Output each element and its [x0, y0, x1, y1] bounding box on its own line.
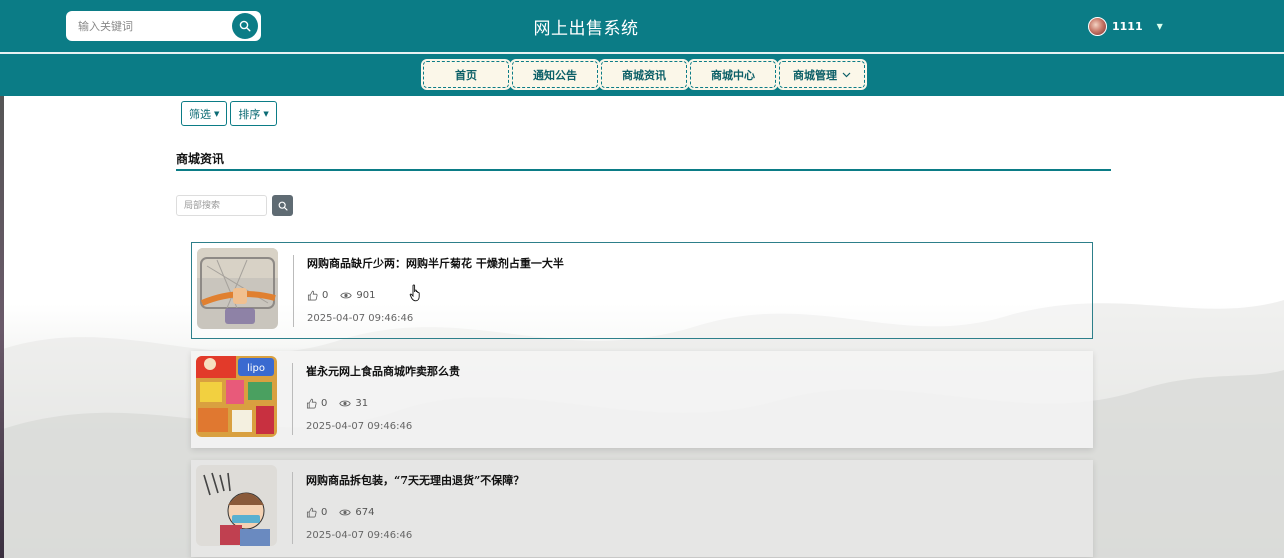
global-search-button[interactable] [232, 13, 258, 39]
filter-label: 筛选 [189, 107, 211, 121]
eye-icon [340, 292, 353, 299]
search-icon [278, 201, 288, 211]
article-card[interactable]: lipo 崔永元网上食品商城咋卖那么贵 0 31 2025-04-07 09:4… [191, 351, 1093, 448]
section-title: 商城资讯 [176, 152, 225, 166]
article-card[interactable]: 网购商品拆包装，“7天无理由退货”不保障？ 0 674 2025-04-07 0… [191, 460, 1093, 557]
article-thumbnail: lipo [196, 356, 277, 437]
article-date: 2025-04-07 09:46:46 [306, 421, 413, 432]
nav-item-notices[interactable]: 通知公告 [510, 59, 600, 90]
article-title: 崔永元网上食品商城咋卖那么贵 [306, 365, 460, 378]
card-divider [292, 363, 293, 435]
card-divider [292, 472, 293, 544]
like-count: 0 [321, 507, 328, 518]
article-thumbnail [197, 248, 278, 329]
sort-button[interactable]: 排序 ▼ [230, 101, 277, 126]
caret-down-icon: ▼ [214, 109, 220, 118]
caret-down-icon: ▼ [263, 109, 269, 118]
like-count: 0 [321, 398, 328, 409]
filter-button[interactable]: 筛选 ▼ [181, 101, 228, 126]
avatar [1088, 17, 1107, 36]
nav-item-label: 商城资讯 [622, 68, 666, 82]
window-edge [0, 96, 4, 558]
nav-item-news[interactable]: 商城资讯 [599, 59, 689, 90]
nav-item-label: 商城中心 [711, 68, 755, 82]
article-stats: 0 674 [306, 507, 382, 518]
active-tab-indicator [600, 94, 688, 96]
article-title: 网购商品缺斤少两：网购半斤菊花 干燥剂占重一大半 [307, 257, 564, 270]
nav-item-home[interactable]: 首页 [421, 59, 511, 90]
search-icon [239, 20, 251, 32]
like-count: 0 [322, 290, 329, 301]
thumbs-up-icon[interactable] [306, 398, 317, 409]
eye-icon [339, 509, 352, 516]
article-stats: 0 901 [307, 290, 383, 301]
chevron-down-icon [842, 72, 851, 77]
section-divider [176, 169, 1111, 171]
filter-bar: 筛选 ▼ 排序 ▼ [181, 101, 277, 126]
top-header: 网上出售系统 1111 ▼ [0, 0, 1284, 52]
eye-icon [339, 400, 352, 407]
nav-item-mall-manage[interactable]: 商城管理 [777, 59, 867, 90]
nav-item-label: 首页 [455, 68, 477, 82]
main-nav: 首页 通知公告 商城资讯 商城中心 商城管理 [0, 54, 1284, 96]
article-date: 2025-04-07 09:46:46 [307, 313, 414, 324]
article-date: 2025-04-07 09:46:46 [306, 530, 413, 541]
svg-text:lipo: lipo [247, 363, 265, 374]
nav-item-label: 商城管理 [793, 68, 837, 82]
caret-down-icon: ▼ [1156, 22, 1163, 31]
global-search-input[interactable] [78, 17, 228, 35]
thumbs-up-icon[interactable] [307, 290, 318, 301]
nav-list: 首页 通知公告 商城资讯 商城中心 商城管理 [421, 59, 867, 90]
article-title: 网购商品拆包装，“7天无理由退货”不保障？ [306, 474, 525, 487]
view-count: 901 [356, 290, 376, 301]
local-search-button[interactable] [272, 195, 293, 216]
nav-item-label: 通知公告 [533, 68, 577, 82]
site-title: 网上出售系统 [533, 19, 639, 39]
article-stats: 0 31 [306, 398, 376, 409]
user-name: 1111 [1112, 20, 1143, 33]
hand-pointer-icon [409, 284, 420, 302]
card-divider [293, 255, 294, 327]
view-count: 674 [355, 507, 375, 518]
global-search [66, 11, 261, 41]
nav-item-mall-center[interactable]: 商城中心 [688, 59, 778, 90]
article-card[interactable]: 网购商品缺斤少两：网购半斤菊花 干燥剂占重一大半 0 901 2025-04-0… [191, 242, 1093, 339]
local-search-input[interactable] [176, 195, 267, 216]
user-menu[interactable]: 1111 ▼ [1088, 17, 1163, 36]
article-thumbnail [196, 465, 277, 546]
thumbs-up-icon[interactable] [306, 507, 317, 518]
view-count: 31 [355, 398, 369, 409]
sort-label: 排序 [238, 107, 261, 121]
local-search [176, 195, 293, 216]
